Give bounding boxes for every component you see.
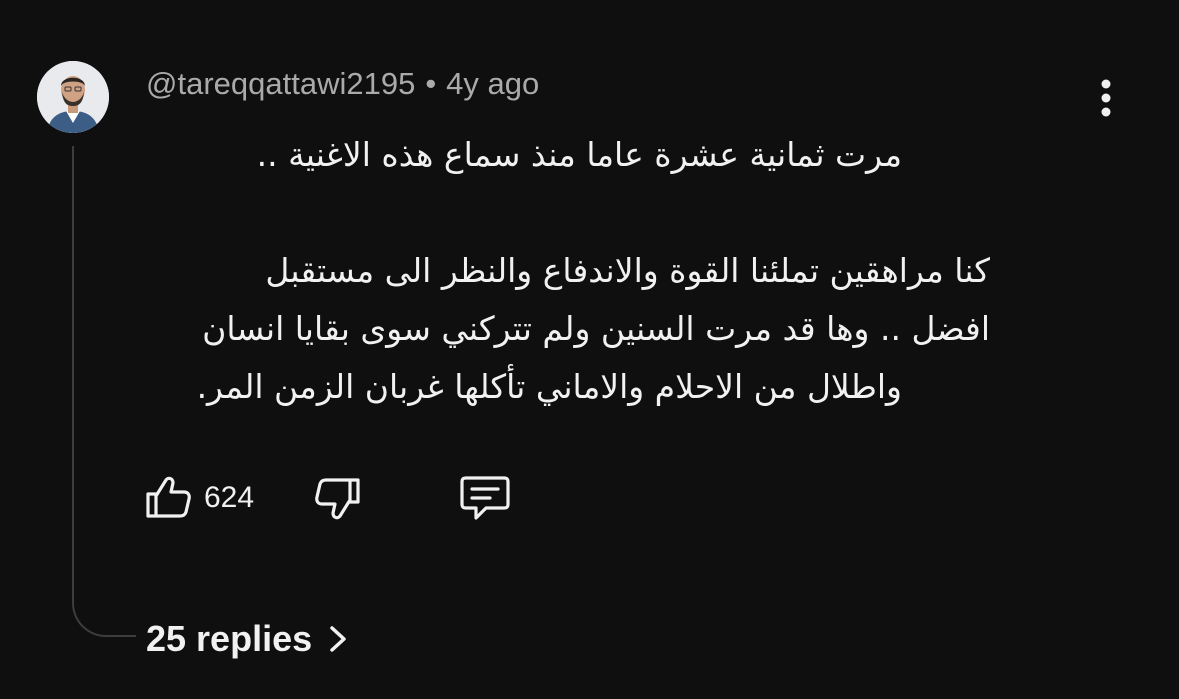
comment-line: افضل .. وها قد مرت السنين ولم تتركني سوى… bbox=[202, 309, 990, 348]
comment-timestamp[interactable]: 4y ago bbox=[446, 66, 539, 101]
view-replies-button[interactable]: 25 replies bbox=[146, 618, 350, 660]
more-vertical-icon[interactable] bbox=[1086, 76, 1126, 120]
thumbs-up-icon[interactable] bbox=[144, 474, 192, 520]
avatar[interactable] bbox=[37, 61, 109, 133]
comment-icon[interactable] bbox=[458, 474, 512, 522]
meta-separator: • bbox=[425, 66, 437, 101]
replies-label: 25 replies bbox=[146, 618, 313, 659]
like-count: 624 bbox=[204, 481, 255, 514]
comment-line: مرت ثمانية عشرة عاما منذ سماع هذه الاغني… bbox=[256, 135, 902, 174]
comment-text: مرت ثمانية عشرة عاما منذ سماع هذه الاغني… bbox=[140, 126, 990, 416]
comment-line: واطلال من الاحلام والاماني تأكلها غربان … bbox=[196, 367, 902, 406]
comment-line: كنا مراهقين تملئنا القوة والاندفاع والنظ… bbox=[265, 251, 990, 290]
comment-author[interactable]: @tareqqattawi2195 bbox=[146, 66, 415, 101]
thumbs-down-icon[interactable] bbox=[314, 476, 362, 522]
comment-meta: @tareqqattawi2195 • 4y ago bbox=[146, 66, 539, 102]
chevron-right-icon bbox=[330, 626, 346, 652]
reply-thread-connector bbox=[72, 146, 136, 637]
comment-actions: 624 bbox=[144, 472, 544, 522]
